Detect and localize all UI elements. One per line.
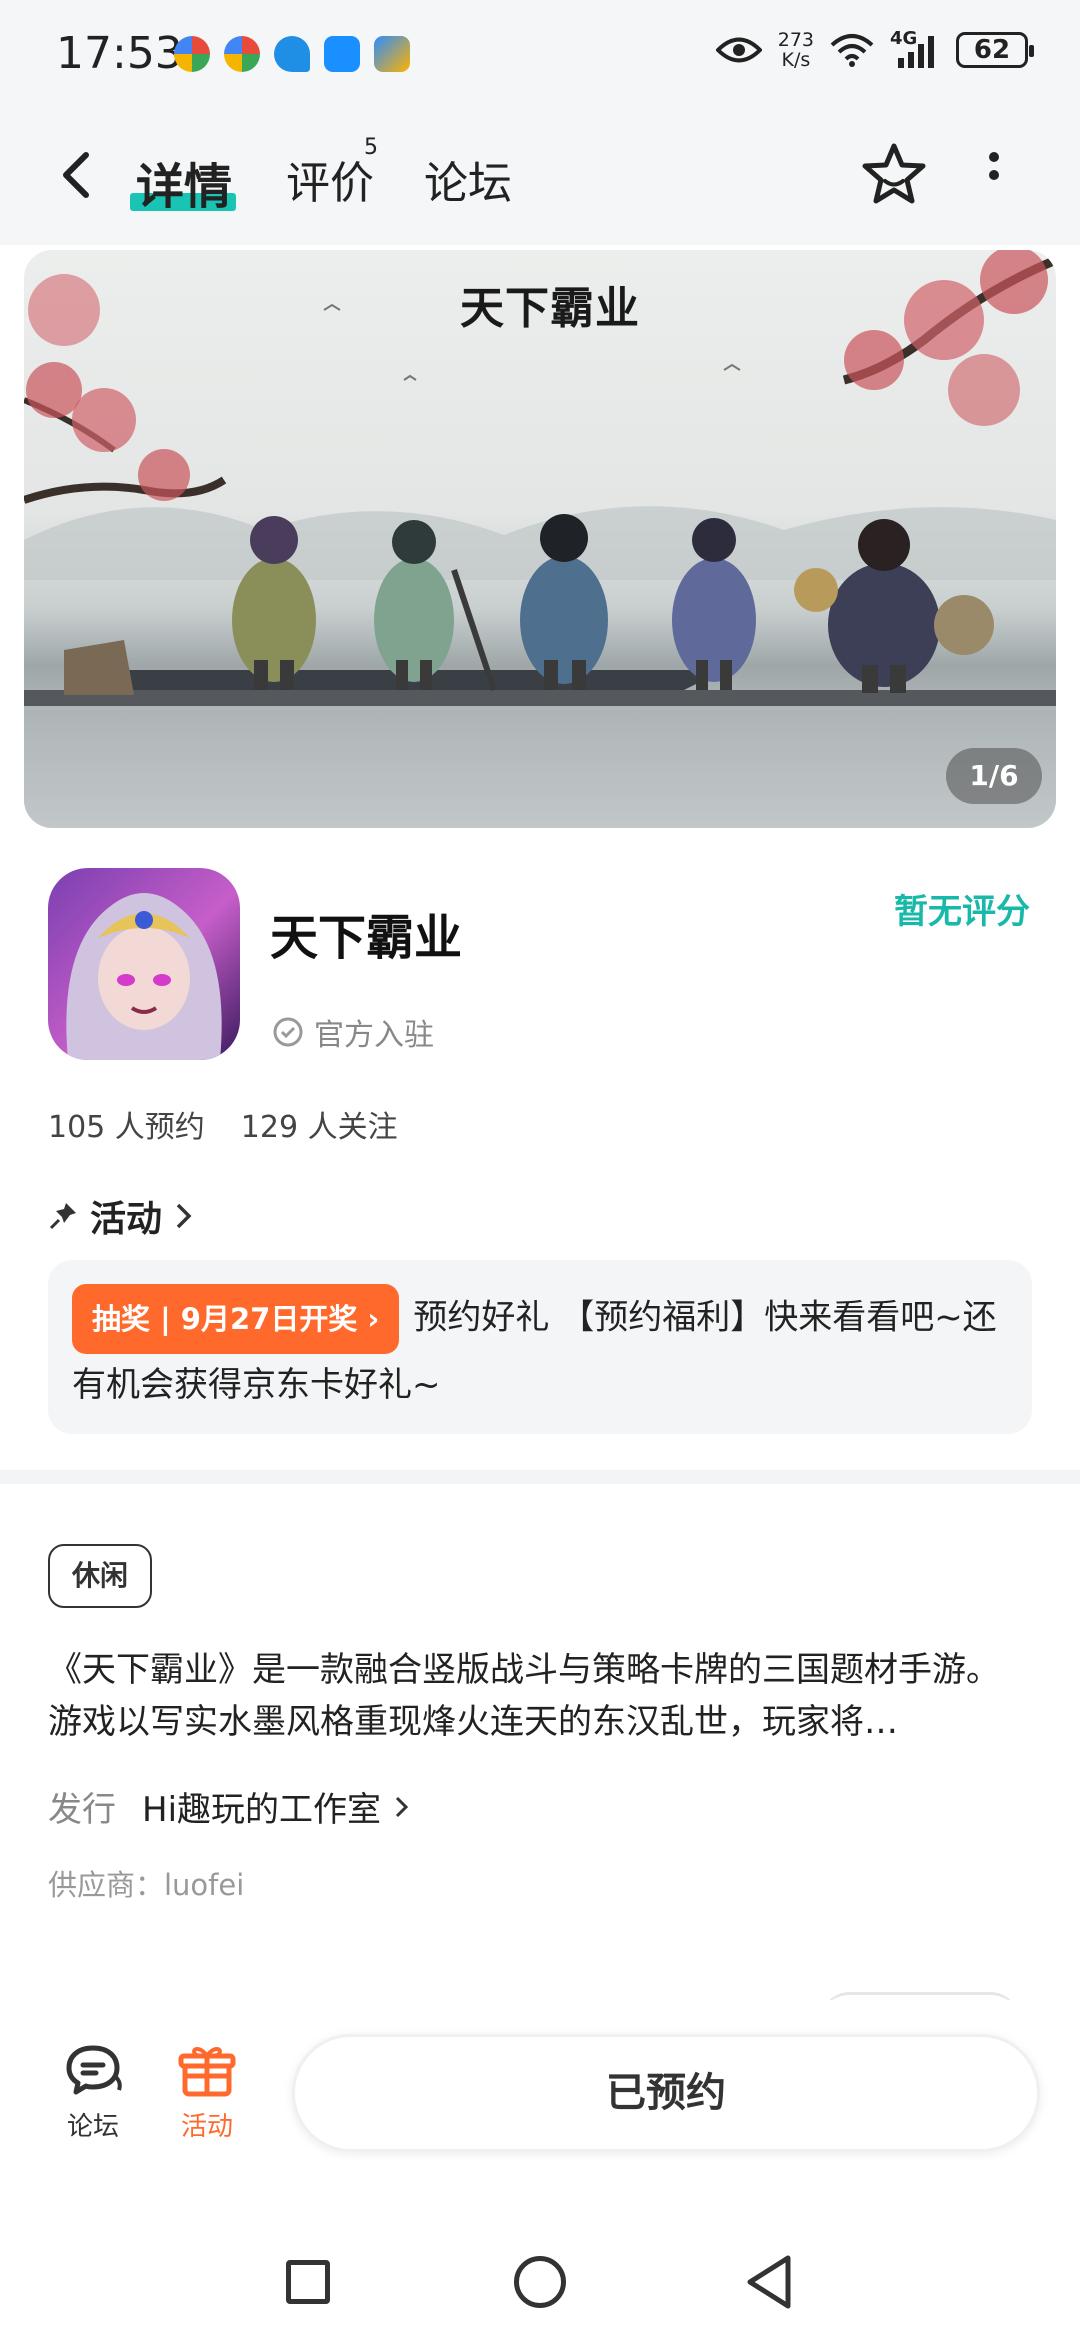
game-icon — [48, 868, 240, 1060]
game-artwork — [24, 250, 1056, 828]
rating-status: 暂无评分 — [894, 892, 1030, 932]
activity-content: 抽奖 | 9月27日开奖 › 预约好礼 【预约福利】快来看看吧~还有机会获得京东卡… — [72, 1284, 1008, 1416]
publisher-row[interactable]: 发行 Hi趣玩的工作室 — [48, 1782, 411, 1831]
activity-heading: 活动 — [90, 1199, 163, 1240]
weather-notification-icon — [374, 36, 410, 72]
signal-icon: 4G — [890, 28, 940, 68]
chevron-right-icon — [395, 1796, 409, 1817]
home-icon[interactable] — [514, 2256, 566, 2308]
tab-forum[interactable]: 论坛 — [424, 147, 512, 211]
publisher-name: Hi趣玩的工作室 — [142, 1790, 382, 1830]
lottery-tag-label: 抽奖 | 9月27日开奖 — [92, 1302, 358, 1336]
tab-details-label: 详情 — [136, 159, 233, 215]
activity-button[interactable]: 活动 — [162, 2042, 252, 2143]
forum-button-label: 论坛 — [66, 2112, 119, 2142]
app-notification-icon — [224, 36, 260, 72]
game-description[interactable]: 《天下霸业》是一款融合竖版战斗与策略卡牌的三国题材手游。游戏以写实水墨风格重现烽… — [48, 1644, 1032, 1748]
tab-reviews[interactable]: 评价 — [286, 147, 374, 211]
notification-icons — [174, 36, 410, 72]
favorite-star-icon[interactable] — [860, 141, 928, 209]
net-speed-unit: K/s — [781, 49, 811, 71]
lottery-tag: 抽奖 | 9月27日开奖 › — [72, 1284, 400, 1354]
chat-bubble-icon — [66, 2045, 122, 2095]
message-notification-icon — [324, 36, 360, 72]
net-speed-value: 273 — [777, 29, 814, 51]
back-arrow-icon[interactable] — [52, 149, 104, 201]
section-divider — [0, 1470, 1080, 1484]
system-back-icon[interactable] — [744, 2254, 794, 2310]
follower-count: 129 人关注 — [240, 1110, 398, 1145]
bottom-action-bar: 论坛 活动 已预约 — [0, 2000, 1080, 2190]
genre-tag[interactable]: 休闲 — [48, 1544, 153, 1608]
app-notification-icon — [174, 36, 210, 72]
activity-button-label: 活动 — [180, 2112, 233, 2142]
tab-details[interactable]: 详情 — [136, 147, 232, 217]
supplier-info: 供应商：luofei — [48, 1868, 245, 1902]
status-bar: 17:53 273 K/s 4G 62 — [0, 0, 1080, 105]
eye-icon — [715, 37, 762, 63]
check-circle-icon — [273, 1017, 303, 1047]
chevron-right-icon — [176, 1203, 192, 1229]
official-label: 官方入驻 — [314, 1018, 434, 1053]
game-title: 天下霸业 — [270, 910, 463, 966]
wifi-icon — [830, 34, 874, 67]
pin-icon — [49, 1203, 76, 1230]
battery-indicator: 62 — [956, 32, 1034, 68]
gift-icon — [178, 2047, 236, 2097]
status-right: 273 K/s 4G 62 — [715, 28, 1034, 70]
reviews-count-badge: 5 — [364, 135, 378, 160]
recent-apps-icon[interactable] — [286, 2260, 330, 2304]
carousel-counter: 1/6 — [946, 748, 1042, 804]
forum-button[interactable]: 论坛 — [48, 2042, 138, 2143]
banner-game-logo: 天下霸业 — [460, 283, 640, 334]
screenshot-carousel[interactable]: 天下霸业 1/6 — [24, 250, 1056, 828]
game-stats: 105 人预约 129 人关注 — [48, 1102, 398, 1146]
reserved-button[interactable]: 已预约 — [292, 2034, 1040, 2152]
status-time: 17:53 — [56, 28, 183, 79]
more-options-icon[interactable] — [980, 147, 1008, 203]
publisher-label: 发行 — [48, 1790, 116, 1830]
activity-section-header[interactable]: 活动 — [48, 1190, 194, 1242]
reservation-count: 105 人预约 — [48, 1110, 205, 1145]
top-navigation: 详情 评价 5 论坛 — [0, 105, 1080, 245]
bird-notification-icon — [274, 36, 310, 72]
system-navigation-bar — [0, 2190, 1080, 2340]
net-speed: 273 K/s — [778, 30, 814, 70]
official-badge: 官方入驻 — [272, 1010, 434, 1054]
activity-card[interactable]: 抽奖 | 9月27日开奖 › 预约好礼 【预约福利】快来看看吧~还有机会获得京东卡… — [48, 1260, 1032, 1434]
